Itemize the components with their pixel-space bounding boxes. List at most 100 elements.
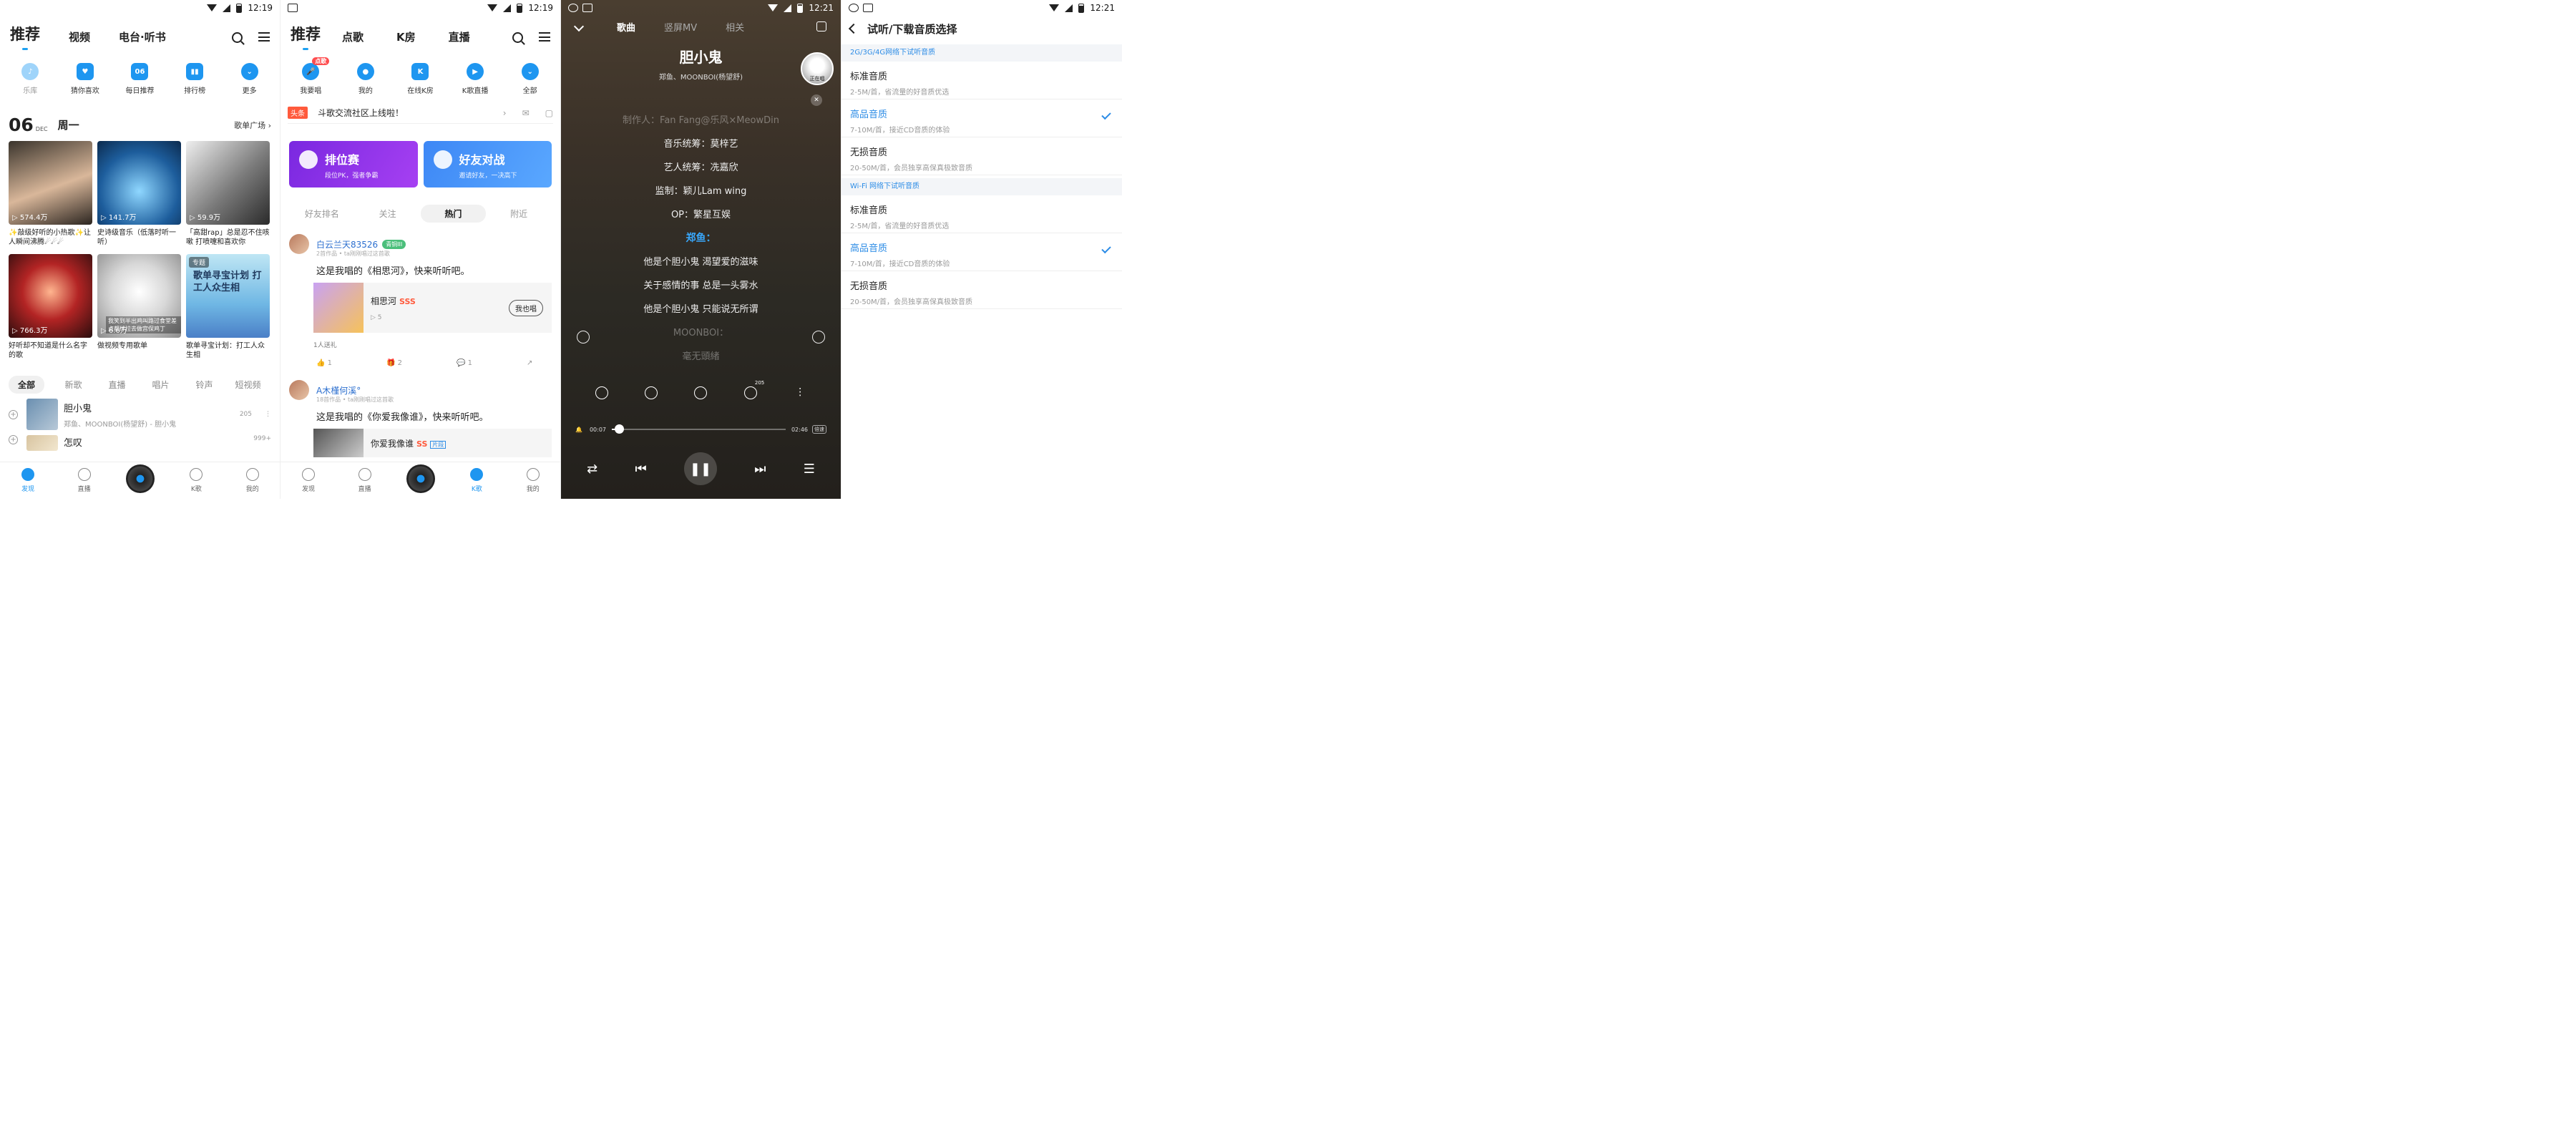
search-icon[interactable] (232, 32, 243, 43)
close-icon[interactable]: ✕ (811, 94, 822, 106)
comment-icon[interactable]: 999+ (253, 435, 271, 442)
quick-more[interactable]: ⌄ 更多 (224, 63, 275, 95)
quality-option[interactable]: 标准音质 2-5M/首，省流量的好音质优选 (841, 195, 1122, 233)
more-vertical-icon[interactable]: ⋮ (794, 386, 806, 399)
friend-battle-card[interactable]: 好友对战 邀请好友，一决高下 (423, 141, 552, 187)
speed-button[interactable]: 倍速 (812, 425, 826, 434)
headline-notice[interactable]: 头条 斗歌交流社区上线啦！ › ✉ ▢ (288, 102, 553, 124)
tab-song[interactable]: 歌曲 (617, 20, 635, 34)
lyrics-panel[interactable]: 制作人：Fan Fang@乐风×MeowDin 音乐统筹：莫梓艺 艺人统筹：冼嘉欣监… (561, 109, 841, 369)
tab-follow[interactable]: 关注 (355, 208, 421, 220)
nav-live[interactable]: 直播 (63, 468, 106, 493)
comment-icon[interactable]: 💬 1 (457, 359, 472, 367)
bag-icon[interactable]: ▢ (545, 108, 553, 118)
playlist-icon[interactable]: ☰ (804, 462, 815, 477)
search-icon[interactable] (512, 32, 523, 43)
tab-live[interactable]: 直播 (449, 29, 470, 49)
menu-icon[interactable] (539, 32, 550, 42)
pause-button[interactable]: ❚❚ (683, 452, 717, 485)
tab-radio[interactable]: 电台·听书 (119, 29, 166, 49)
more-icon[interactable]: ⋮ (265, 411, 271, 418)
quick-k-live[interactable]: ▶ K歌直播 (449, 63, 501, 95)
filter-new[interactable]: 新歌 (52, 379, 95, 391)
avatar[interactable] (289, 380, 309, 400)
quality-option[interactable]: 标准音质 2-5M/首，省流量的好音质优选 (841, 62, 1122, 99)
collapse-chevron-icon[interactable] (573, 21, 585, 32)
song-row[interactable]: + 胆小鬼 郑鱼、MOONBOI(杨望舒) - 胆小鬼 205 ⋮ (0, 394, 280, 435)
share-icon[interactable] (816, 21, 826, 31)
nav-player-disc[interactable] (399, 464, 442, 493)
filter-live[interactable]: 直播 (95, 379, 139, 391)
quick-sing[interactable]: 点歌 🎤 我要唱 (285, 57, 336, 95)
ranked-match-card[interactable]: 排位赛 段位PK，强者争霸 (289, 141, 418, 187)
comment-icon[interactable]: 205 (743, 380, 764, 399)
nav-mine[interactable]: 我的 (512, 468, 555, 493)
tab-hot[interactable]: 热门 (420, 205, 487, 223)
like-heart-icon[interactable] (595, 386, 608, 399)
previous-icon[interactable]: ⏮ (635, 462, 646, 477)
playlist-card[interactable]: ▷ 59.9万 「高甜rap」总是忍不住咳嗽 打喷嚏和喜欢你 (186, 141, 270, 254)
song-card[interactable]: 你爱我像谁 SS 片段 (313, 429, 552, 457)
quick-charts[interactable]: ▮▮ 排行榜 (169, 63, 220, 95)
playlist-card[interactable]: 专题 歌单寻宝计划 打工人众生相 歌单寻宝计划：打工人众生相 (186, 254, 270, 367)
tab-video[interactable]: 视频 (69, 29, 90, 49)
tab-recommend[interactable]: 推荐 (10, 23, 40, 49)
username[interactable]: 白云兰天83526 (316, 238, 378, 250)
tab-nearby[interactable]: 附近 (486, 208, 552, 220)
mail-icon[interactable]: ✉ (522, 108, 530, 118)
playlist-square-link[interactable]: 歌单广场 › (234, 120, 271, 131)
quick-all[interactable]: ⌄ 全部 (504, 63, 556, 95)
quality-option[interactable]: 无损音质 20-50M/首，会员独享高保真极致音质 (841, 137, 1122, 175)
gift-icon[interactable]: 🎁 2 (386, 359, 402, 367)
tab-recommend[interactable]: 推荐 (291, 23, 321, 49)
back-arrow-icon[interactable] (848, 23, 859, 34)
now-singing-avatar[interactable]: 正在唱 (801, 52, 834, 85)
progress-knob[interactable] (614, 424, 624, 434)
quality-option[interactable]: 无损音质 20-50M/首，会员独享高保真极致音质 (841, 271, 1122, 309)
playlist-card[interactable]: ▷ 766.3万 好听却不知道是什么名字的歌 (9, 254, 92, 367)
nav-karaoke[interactable]: K歌 (175, 468, 218, 493)
filter-album[interactable]: 唱片 (139, 379, 182, 391)
nav-player-disc[interactable] (119, 464, 162, 493)
video-play-icon[interactable] (645, 386, 658, 399)
microphone-icon[interactable] (812, 331, 825, 344)
filter-short-video[interactable]: 短视频 (226, 379, 270, 391)
nav-mine[interactable]: 我的 (231, 468, 274, 493)
add-icon[interactable]: + (9, 409, 18, 419)
bell-icon[interactable]: 🔔 (575, 427, 582, 433)
tab-friend-rank[interactable]: 好友排名 (289, 208, 355, 220)
playlist-card[interactable]: ▷ 141.7万 史诗级音乐（低落时听一听） (97, 141, 181, 254)
quality-option[interactable]: 高品音质 7-10M/首，接近CD音质的体验 (841, 233, 1122, 271)
filter-all[interactable]: 全部 (9, 376, 44, 394)
sing-too-button[interactable]: 我也唱 (509, 299, 543, 316)
lyrics-toggle-icon[interactable] (577, 331, 590, 344)
avatar[interactable] (289, 234, 309, 254)
quick-guess[interactable]: ♥ 猜你喜欢 (59, 63, 111, 95)
nav-live[interactable]: 直播 (343, 468, 386, 493)
playlist-card[interactable]: 我笑到半出鸡叫路过食堂差点都绊拉去做宫保鸡丁 ▷ 6.6万 做视频专用歌单 (97, 254, 181, 367)
shuffle-icon[interactable]: ⇄ (587, 462, 597, 477)
tab-request[interactable]: 点歌 (342, 29, 364, 49)
quick-online-kroom[interactable]: K 在线K房 (394, 63, 446, 95)
song-row[interactable]: + 怎叹 999+ (0, 435, 280, 457)
playlist-card[interactable]: ▷ 574.4万 ✨敲级好听的小热歌✨让人瞬间沸腾☄☄☄ (9, 141, 92, 254)
quick-mine[interactable]: ● 我的 (340, 63, 391, 95)
menu-icon[interactable] (258, 32, 270, 42)
song-card[interactable]: 相思河 SSS ▷ 5 我也唱 (313, 283, 552, 333)
next-icon[interactable]: ⏭ (754, 462, 766, 477)
share-icon[interactable]: ↗ (527, 359, 532, 367)
progress-bar[interactable] (612, 424, 786, 434)
nav-discover[interactable]: 发现 (6, 468, 49, 493)
nav-discover[interactable]: 发现 (287, 468, 330, 493)
tab-vertical-mv[interactable]: 竖屏MV (664, 20, 697, 34)
filter-ringtone[interactable]: 铃声 (182, 379, 226, 391)
song-artist[interactable]: 郑鱼、MOONBOI(杨望舒) (561, 71, 841, 82)
comment-icon[interactable]: 205 (240, 411, 252, 418)
quick-library[interactable]: ♪ 乐库 (4, 63, 56, 95)
like-icon[interactable]: 👍 1 (316, 359, 332, 367)
tab-related[interactable]: 相关 (726, 20, 744, 34)
quick-daily[interactable]: 06 每日推荐 (114, 63, 165, 95)
username[interactable]: A木槿何溪° (316, 384, 361, 396)
add-icon[interactable]: + (9, 435, 18, 444)
tab-kroom[interactable]: K房 (396, 29, 416, 49)
